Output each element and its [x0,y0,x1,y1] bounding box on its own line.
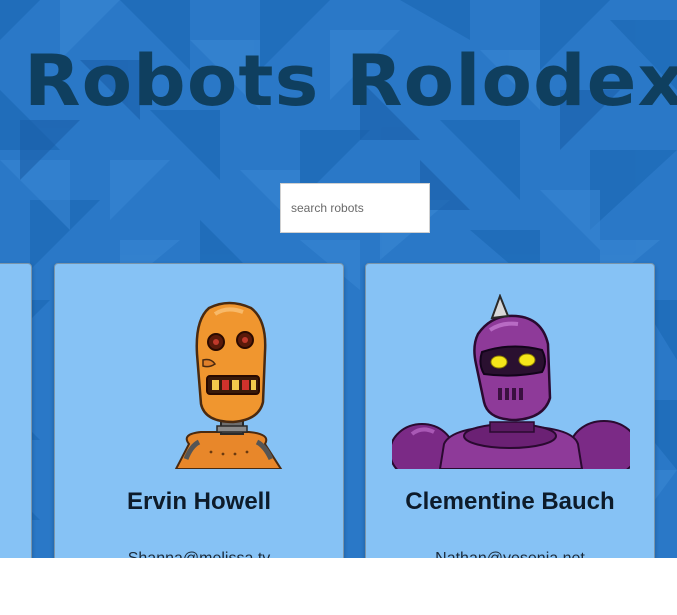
robot-card[interactable]: Ervin Howell Shanna@melissa.tv [54,263,344,558]
purple-robot-avatar-icon [392,294,630,469]
orange-robot-avatar-icon [81,294,319,469]
robot-email: Nathan@yesenia.net [366,550,654,558]
robot-name: Clementine Bauch [405,488,615,515]
app-viewport: Robots Rolodex search robots Ervin Howel… [0,0,677,558]
robot-avatar-icon [0,294,7,469]
robot-card[interactable]: Clementine Bauch Nathan@yesenia.net [365,263,655,558]
robot-card[interactable] [0,263,32,558]
page-bottom-blank [0,558,677,615]
robot-email: Shanna@melissa.tv [55,550,343,558]
search-input[interactable] [280,183,430,233]
page-title: Robots Rolodex [23,40,677,122]
robot-name: Ervin Howell [126,488,272,515]
